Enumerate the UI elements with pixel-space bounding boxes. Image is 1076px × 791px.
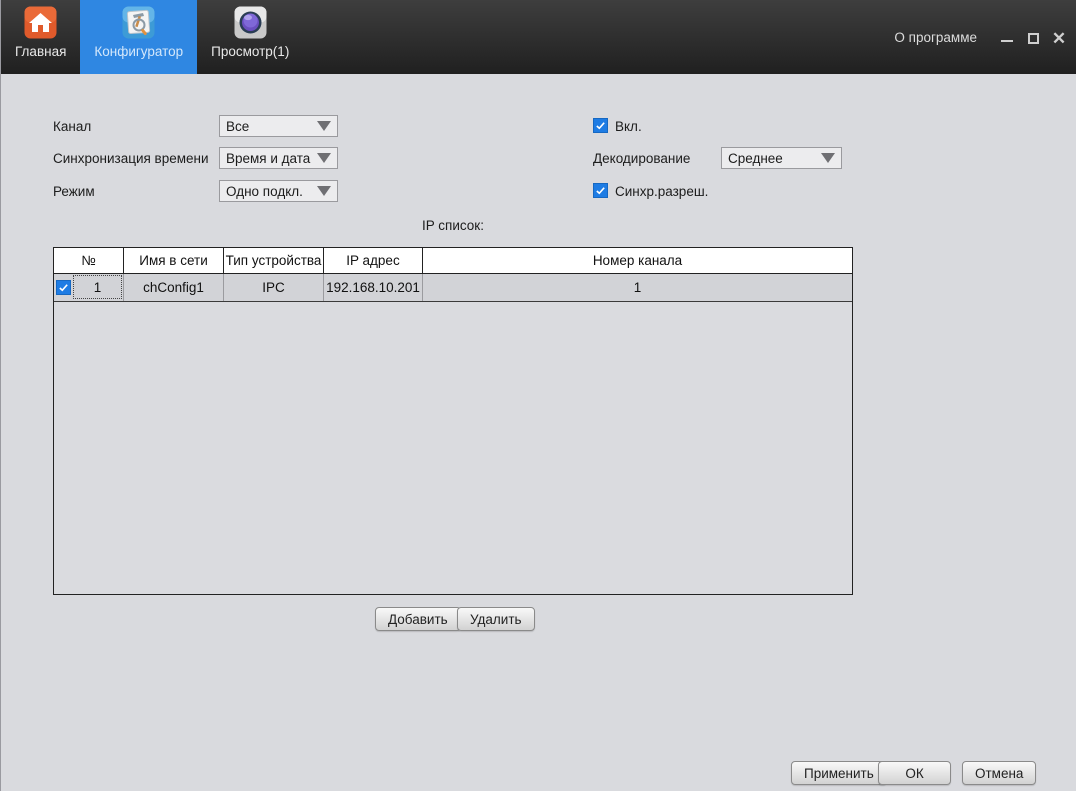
tab-view[interactable]: Просмотр(1) [197,0,303,74]
minimize-icon [1001,40,1013,42]
column-header-ip: IP адрес [324,248,423,273]
channel-label: Канал [53,119,92,134]
check-icon [596,122,605,130]
cell-ip: 192.168.10.201 [324,274,423,301]
configurator-panel: Канал Все Синхронизация времени Время и … [1,74,1076,791]
tab-view-label: Просмотр(1) [211,44,290,59]
sync-resolution-checkbox[interactable] [593,183,608,198]
sync-resolution-label: Синхр.разреш. [615,184,709,199]
check-icon [59,284,68,292]
decoding-select-value: Среднее [728,150,783,166]
dropdown-arrow-icon [317,121,331,131]
tab-configurator[interactable]: Конфигуратор [80,0,198,74]
app-window: Главная Конфигуратор Просмотр(1) О прогр… [0,0,1076,791]
dropdown-arrow-icon [317,153,331,163]
tab-configurator-label: Конфигуратор [94,44,184,59]
dropdown-arrow-icon [317,186,331,196]
time-sync-select[interactable]: Время и дата [219,147,338,169]
ip-list-table: № Имя в сети Тип устройства IP адрес Ном… [53,247,853,595]
decoding-label: Декодирование [593,151,691,166]
home-icon [24,6,57,39]
top-bar: Главная Конфигуратор Просмотр(1) О прогр… [1,0,1076,74]
column-header-type: Тип устройства [224,248,324,273]
apply-button[interactable]: Применить [791,761,887,785]
add-button[interactable]: Добавить [375,607,461,631]
configurator-icon [122,6,155,39]
viewer-lens-icon [234,6,267,39]
column-header-channel: Номер канала [592,253,683,268]
tab-bar: Главная Конфигуратор Просмотр(1) [1,0,303,74]
cell-channel: 1 [633,280,642,295]
maximize-button[interactable] [1023,28,1043,48]
mode-label: Режим [53,184,95,199]
maximize-icon [1027,32,1039,44]
column-header-name: Имя в сети [124,248,224,273]
cell-num: 1 [54,274,124,301]
time-sync-select-value: Время и дата [226,150,311,166]
close-icon: ✕ [1051,28,1067,48]
ip-list-title: IP список: [422,218,484,233]
tab-home-label: Главная [15,44,67,59]
delete-button[interactable]: Удалить [457,607,535,631]
mode-select-value: Одно подкл. [226,183,303,199]
close-button[interactable]: ✕ [1049,28,1069,48]
channel-select[interactable]: Все [219,115,338,137]
minimize-button[interactable] [997,28,1017,48]
check-icon [596,187,605,195]
tab-home[interactable]: Главная [1,0,80,74]
window-controls: ✕ [997,28,1069,48]
cancel-button[interactable]: Отмена [962,761,1037,785]
row-checkbox[interactable] [56,280,71,295]
cell-type: IPC [224,274,324,301]
channel-select-value: Все [226,118,250,134]
enable-checkbox-label: Вкл. [615,119,642,134]
ok-button[interactable]: ОК [878,761,951,785]
table-row[interactable]: 1 chConfig1 IPC 192.168.10.201 1 [54,274,852,302]
table-header-row: № Имя в сети Тип устройства IP адрес Ном… [54,248,852,274]
cell-name: chConfig1 [124,274,224,301]
dropdown-arrow-icon [821,153,835,163]
enable-checkbox[interactable] [593,118,608,133]
cell-num-value: 1 [73,275,122,299]
decoding-select[interactable]: Среднее [721,147,842,169]
column-header-num: № [54,248,124,273]
about-link[interactable]: О программе [894,30,977,45]
time-sync-label: Синхронизация времени [53,151,209,166]
mode-select[interactable]: Одно подкл. [219,180,338,202]
